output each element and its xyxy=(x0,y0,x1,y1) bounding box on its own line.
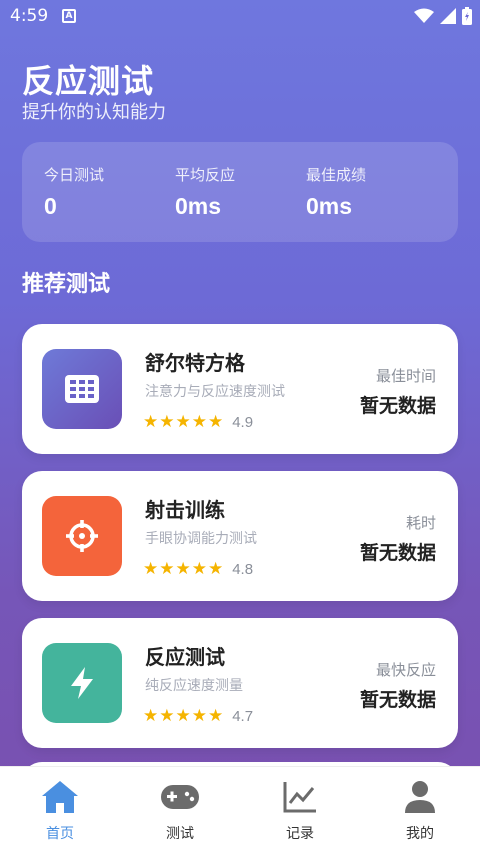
stat-label: 最佳成绩 xyxy=(306,166,367,184)
test-desc: 注意力与反应速度测试 xyxy=(145,384,285,400)
grid-icon xyxy=(42,349,122,429)
test-name: 舒尔特方格 xyxy=(145,351,245,375)
nav-item-profile[interactable]: 我的 xyxy=(360,767,480,852)
home-icon xyxy=(40,779,80,815)
stat-value: 0ms xyxy=(306,193,353,219)
bottom-nav: 首页 测试 记录 我的 xyxy=(0,766,480,852)
status-time: 4:59 xyxy=(10,6,49,26)
stat-today-tests: 今日测试 0 xyxy=(44,164,104,220)
star-icon: ★★★★★ xyxy=(143,412,225,432)
chart-icon xyxy=(280,779,320,815)
test-desc: 纯反应速度测量 xyxy=(145,678,243,694)
stat-label: 平均反应 xyxy=(175,166,236,184)
nav-label: 测试 xyxy=(166,826,194,842)
star-icon: ★★★★★ xyxy=(143,559,225,579)
lightning-icon xyxy=(42,643,122,723)
test-card-reaction[interactable]: 反应测试 纯反应速度测量 ★★★★★ 4.7 最快反应 暂无数据 xyxy=(22,618,458,748)
rating-value: 4.8 xyxy=(232,560,254,578)
stat-value: 0 xyxy=(44,193,57,219)
stat-value: 0ms xyxy=(175,193,222,219)
star-icon: ★★★★★ xyxy=(143,706,225,726)
battery-icon xyxy=(462,7,472,25)
status-bar: 4:59 A xyxy=(0,0,480,34)
test-card-schulte[interactable]: 舒尔特方格 注意力与反应速度测试 ★★★★★ 4.9 最佳时间 暂无数据 xyxy=(22,324,458,454)
test-card-shooting[interactable]: 射击训练 手眼协调能力测试 ★★★★★ 4.8 耗时 暂无数据 xyxy=(22,471,458,601)
metric-value: 暂无数据 xyxy=(359,395,436,417)
user-icon xyxy=(400,779,440,815)
notification-app-icon: A xyxy=(62,9,76,23)
metric-label: 耗时 xyxy=(405,514,436,532)
gamepad-icon xyxy=(160,779,200,815)
section-title: 推荐测试 xyxy=(22,272,111,297)
test-name: 射击训练 xyxy=(145,498,225,522)
rating: ★★★★★ 4.8 xyxy=(143,559,253,579)
stat-label: 今日测试 xyxy=(44,166,105,184)
stat-best-score: 最佳成绩 0ms xyxy=(306,164,366,220)
test-name: 反应测试 xyxy=(145,645,225,669)
signal-icon xyxy=(440,8,456,24)
nav-label: 记录 xyxy=(286,826,314,842)
metric-label: 最快反应 xyxy=(375,661,436,679)
rating: ★★★★★ 4.9 xyxy=(143,412,253,432)
rating-value: 4.9 xyxy=(232,413,254,431)
metric-value: 暂无数据 xyxy=(359,542,436,564)
stats-card: 今日测试 0 平均反应 0ms 最佳成绩 0ms xyxy=(22,142,458,242)
rating-value: 4.7 xyxy=(232,707,254,725)
nav-item-test[interactable]: 测试 xyxy=(120,767,240,852)
crosshair-icon xyxy=(42,496,122,576)
nav-label: 首页 xyxy=(46,826,74,842)
nav-item-records[interactable]: 记录 xyxy=(240,767,360,852)
test-desc: 手眼协调能力测试 xyxy=(145,531,257,547)
metric-value: 暂无数据 xyxy=(359,689,436,711)
nav-label: 我的 xyxy=(406,826,434,842)
page-title: 反应测试 xyxy=(22,62,155,100)
rating: ★★★★★ 4.7 xyxy=(143,706,253,726)
page-subtitle: 提升你的认知能力 xyxy=(22,102,166,123)
stat-avg-reaction: 平均反应 0ms xyxy=(175,164,235,220)
metric-label: 最佳时间 xyxy=(375,367,436,385)
nav-item-home[interactable]: 首页 xyxy=(0,767,120,852)
wifi-icon xyxy=(414,8,434,23)
